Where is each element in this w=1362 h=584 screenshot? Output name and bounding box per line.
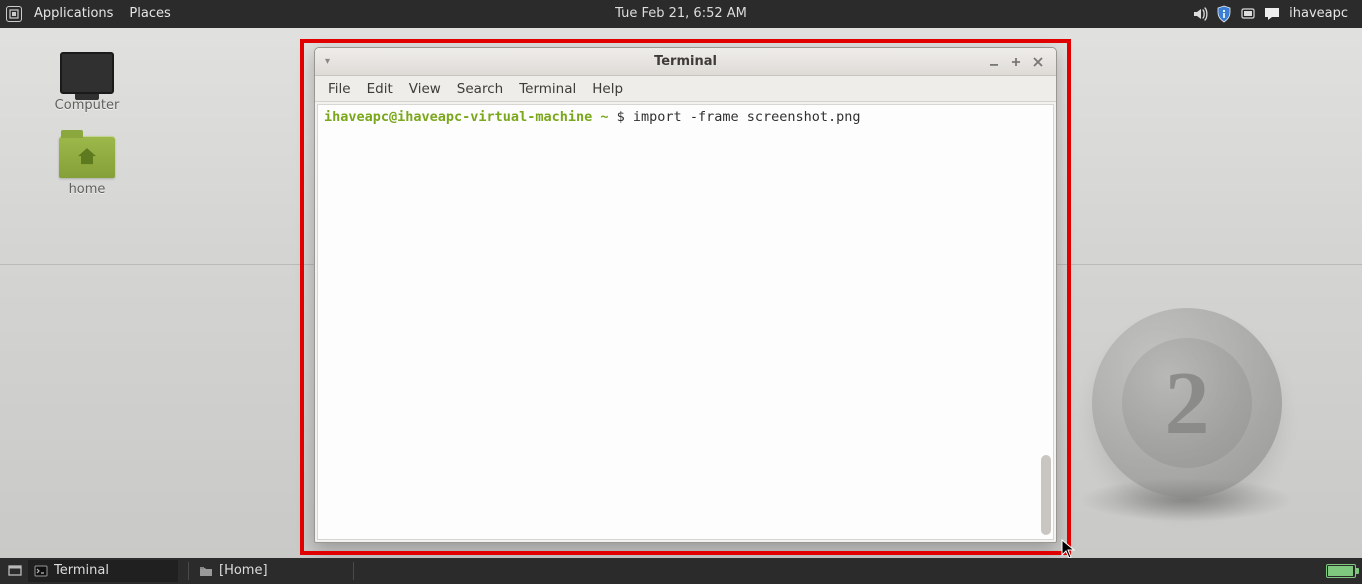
- desktop-icon-label: home: [42, 182, 132, 197]
- folder-icon: [199, 564, 213, 578]
- cursor-icon: [1061, 539, 1075, 558]
- desktop[interactable]: 2 Computer home ▾ Terminal: [0, 28, 1362, 558]
- task-terminal[interactable]: Terminal: [28, 560, 178, 582]
- distro-watermark: 2: [1092, 308, 1282, 498]
- terminal-icon: [34, 564, 48, 578]
- places-menu[interactable]: Places: [121, 0, 178, 28]
- applications-menu[interactable]: Applications: [26, 0, 121, 28]
- close-button[interactable]: [1030, 54, 1046, 70]
- volume-icon[interactable]: [1191, 5, 1209, 23]
- menu-view[interactable]: View: [402, 76, 448, 102]
- menu-search[interactable]: Search: [450, 76, 510, 102]
- user-menu[interactable]: ihaveapc: [1287, 0, 1356, 28]
- menu-terminal[interactable]: Terminal: [512, 76, 583, 102]
- battery-icon[interactable]: [1326, 564, 1356, 578]
- terminal-window[interactable]: ▾ Terminal FileEditViewSearchTerminalHel…: [314, 47, 1057, 543]
- task-divider: [353, 562, 354, 580]
- info-shield-icon[interactable]: [1215, 5, 1233, 23]
- folder-icon: [59, 136, 115, 178]
- desktop-icon-computer[interactable]: Computer: [42, 52, 132, 113]
- menu-edit[interactable]: Edit: [360, 76, 400, 102]
- terminal-output[interactable]: ihaveapc@ihaveapc-virtual-machine ~ $ im…: [317, 104, 1054, 540]
- menu-help[interactable]: Help: [585, 76, 630, 102]
- minimize-button[interactable]: [986, 54, 1002, 70]
- monitor-icon: [60, 52, 114, 94]
- network-icon[interactable]: [1239, 5, 1257, 23]
- window-title: Terminal: [654, 54, 717, 69]
- menu-file[interactable]: File: [321, 76, 358, 102]
- task-divider: [188, 562, 189, 580]
- prompt-symbol: $: [617, 109, 633, 125]
- bottom-panel: Terminal [Home]: [0, 558, 1362, 584]
- task-label: Terminal: [54, 560, 109, 582]
- titlebar[interactable]: ▾ Terminal: [315, 48, 1056, 76]
- maximize-button[interactable]: [1008, 54, 1024, 70]
- command-text: import -frame screenshot.png: [633, 109, 861, 125]
- show-desktop-icon[interactable]: [6, 562, 24, 580]
- top-panel: Applications Places Tue Feb 21, 6:52 AM …: [0, 0, 1362, 28]
- desktop-icon-label: Computer: [42, 98, 132, 113]
- distro-logo-icon[interactable]: [6, 6, 22, 22]
- task-label: [Home]: [219, 560, 268, 582]
- clock[interactable]: Tue Feb 21, 6:52 AM: [615, 0, 747, 28]
- window-menu-handle[interactable]: ▾: [315, 56, 330, 67]
- scrollbar[interactable]: [1041, 455, 1051, 535]
- chat-icon[interactable]: [1263, 5, 1281, 23]
- menubar: FileEditViewSearchTerminalHelp: [315, 76, 1056, 102]
- prompt-path: ~: [600, 109, 608, 125]
- prompt-user-host: ihaveapc@ihaveapc-virtual-machine: [324, 109, 592, 125]
- desktop-icon-home[interactable]: home: [42, 136, 132, 197]
- task-home[interactable]: [Home]: [193, 560, 343, 582]
